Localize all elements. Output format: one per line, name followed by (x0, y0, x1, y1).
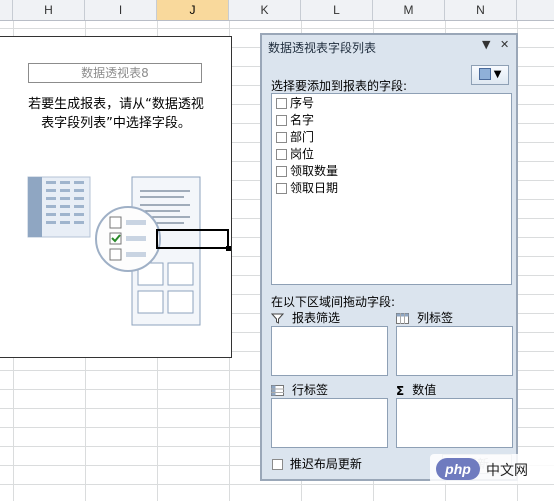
field-item-4[interactable]: 岗位 (276, 146, 314, 163)
values-dropzone[interactable] (396, 398, 513, 448)
field-item-2[interactable]: 名字 (276, 112, 314, 129)
column-header-bar: H I J K L M N (0, 0, 554, 21)
row-labels-header: 行标签 (271, 381, 328, 398)
row-labels-label: 行标签 (292, 383, 329, 397)
field-checkbox[interactable] (276, 149, 287, 160)
pane-options-dropdown-icon[interactable]: ▼ (482, 38, 490, 51)
field-label: 岗位 (290, 147, 315, 161)
column-labels-icon (396, 313, 409, 324)
field-checkbox[interactable] (276, 183, 287, 194)
php-logo: php (436, 458, 480, 480)
defer-checkbox[interactable] (272, 459, 283, 470)
values-label: 数值 (412, 383, 437, 397)
watermark-text: 中文网 (486, 463, 528, 479)
pivot-instruction-line2: 表字段列表”中选择字段。 (41, 116, 191, 131)
column-header-k[interactable]: K (229, 0, 301, 20)
field-label: 名字 (290, 113, 315, 127)
column-header-l[interactable]: L (301, 0, 373, 20)
drag-fields-label: 在以下区域间拖动字段: (271, 295, 396, 309)
column-header-n[interactable]: N (445, 0, 517, 20)
column-header-m[interactable]: M (373, 0, 445, 20)
pivot-table-name: 数据透视表8 (28, 63, 202, 83)
field-checkbox[interactable] (276, 98, 287, 109)
row-labels-icon (271, 385, 284, 396)
pane-title: 数据透视表字段列表 (268, 41, 377, 55)
pivot-table-placeholder[interactable]: 数据透视表8 若要生成报表，请从“数据透视 表字段列表”中选择字段。 (0, 36, 232, 358)
chevron-down-icon: ▼ (493, 69, 502, 80)
field-label: 序号 (290, 96, 315, 110)
column-labels-dropzone[interactable] (396, 326, 513, 376)
column-header-corner[interactable] (0, 0, 13, 20)
row-labels-dropzone[interactable] (271, 398, 388, 448)
pane-close-icon[interactable]: ✕ (500, 38, 509, 51)
pivot-instruction: 若要生成报表，请从“数据透视 表字段列表”中选择字段。 (6, 95, 226, 133)
column-header-o[interactable] (517, 0, 554, 20)
layout-icon (478, 68, 491, 80)
sigma-icon: Σ (396, 383, 405, 398)
defer-layout-update[interactable]: 推迟布局更新 (272, 455, 362, 472)
field-item-6[interactable]: 领取日期 (276, 180, 338, 197)
field-layout-button[interactable]: ▼ (471, 65, 509, 85)
pivot-illustration (27, 176, 201, 326)
field-list: 序号 名字 部门 岗位 领取数量 领取日期 (271, 93, 512, 285)
field-item-3[interactable]: 部门 (276, 129, 314, 146)
pivot-field-list-pane: 数据透视表字段列表 ▼ ✕ 选择要添加到报表的字段: ▼ 序号 名字 部门 岗位… (260, 33, 518, 481)
column-labels-header: 列标签 (396, 309, 453, 326)
values-header: Σ 数值 (396, 381, 436, 398)
field-label: 部门 (290, 130, 315, 144)
filter-icon (271, 313, 284, 324)
report-filter-header: 报表筛选 (271, 309, 340, 326)
report-filter-label: 报表筛选 (292, 311, 341, 325)
field-checkbox[interactable] (276, 166, 287, 177)
field-checkbox[interactable] (276, 132, 287, 143)
fill-handle[interactable] (226, 246, 231, 251)
column-header-h[interactable]: H (13, 0, 85, 20)
report-filter-dropzone[interactable] (271, 326, 388, 376)
field-item-5[interactable]: 领取数量 (276, 163, 338, 180)
pivot-instruction-line1: 若要生成报表，请从“数据透视 (28, 97, 204, 112)
field-label: 领取日期 (290, 181, 339, 195)
defer-label: 推迟布局更新 (289, 457, 362, 471)
field-item-1[interactable]: 序号 (276, 95, 314, 112)
column-header-j[interactable]: J (157, 0, 229, 20)
choose-fields-label: 选择要添加到报表的字段: (271, 79, 408, 93)
field-checkbox[interactable] (276, 115, 287, 126)
column-labels-label: 列标签 (417, 311, 454, 325)
active-cell[interactable] (156, 229, 229, 249)
column-header-i[interactable]: I (85, 0, 157, 20)
watermark: php 中文网 (430, 454, 554, 484)
field-label: 领取数量 (290, 164, 339, 178)
